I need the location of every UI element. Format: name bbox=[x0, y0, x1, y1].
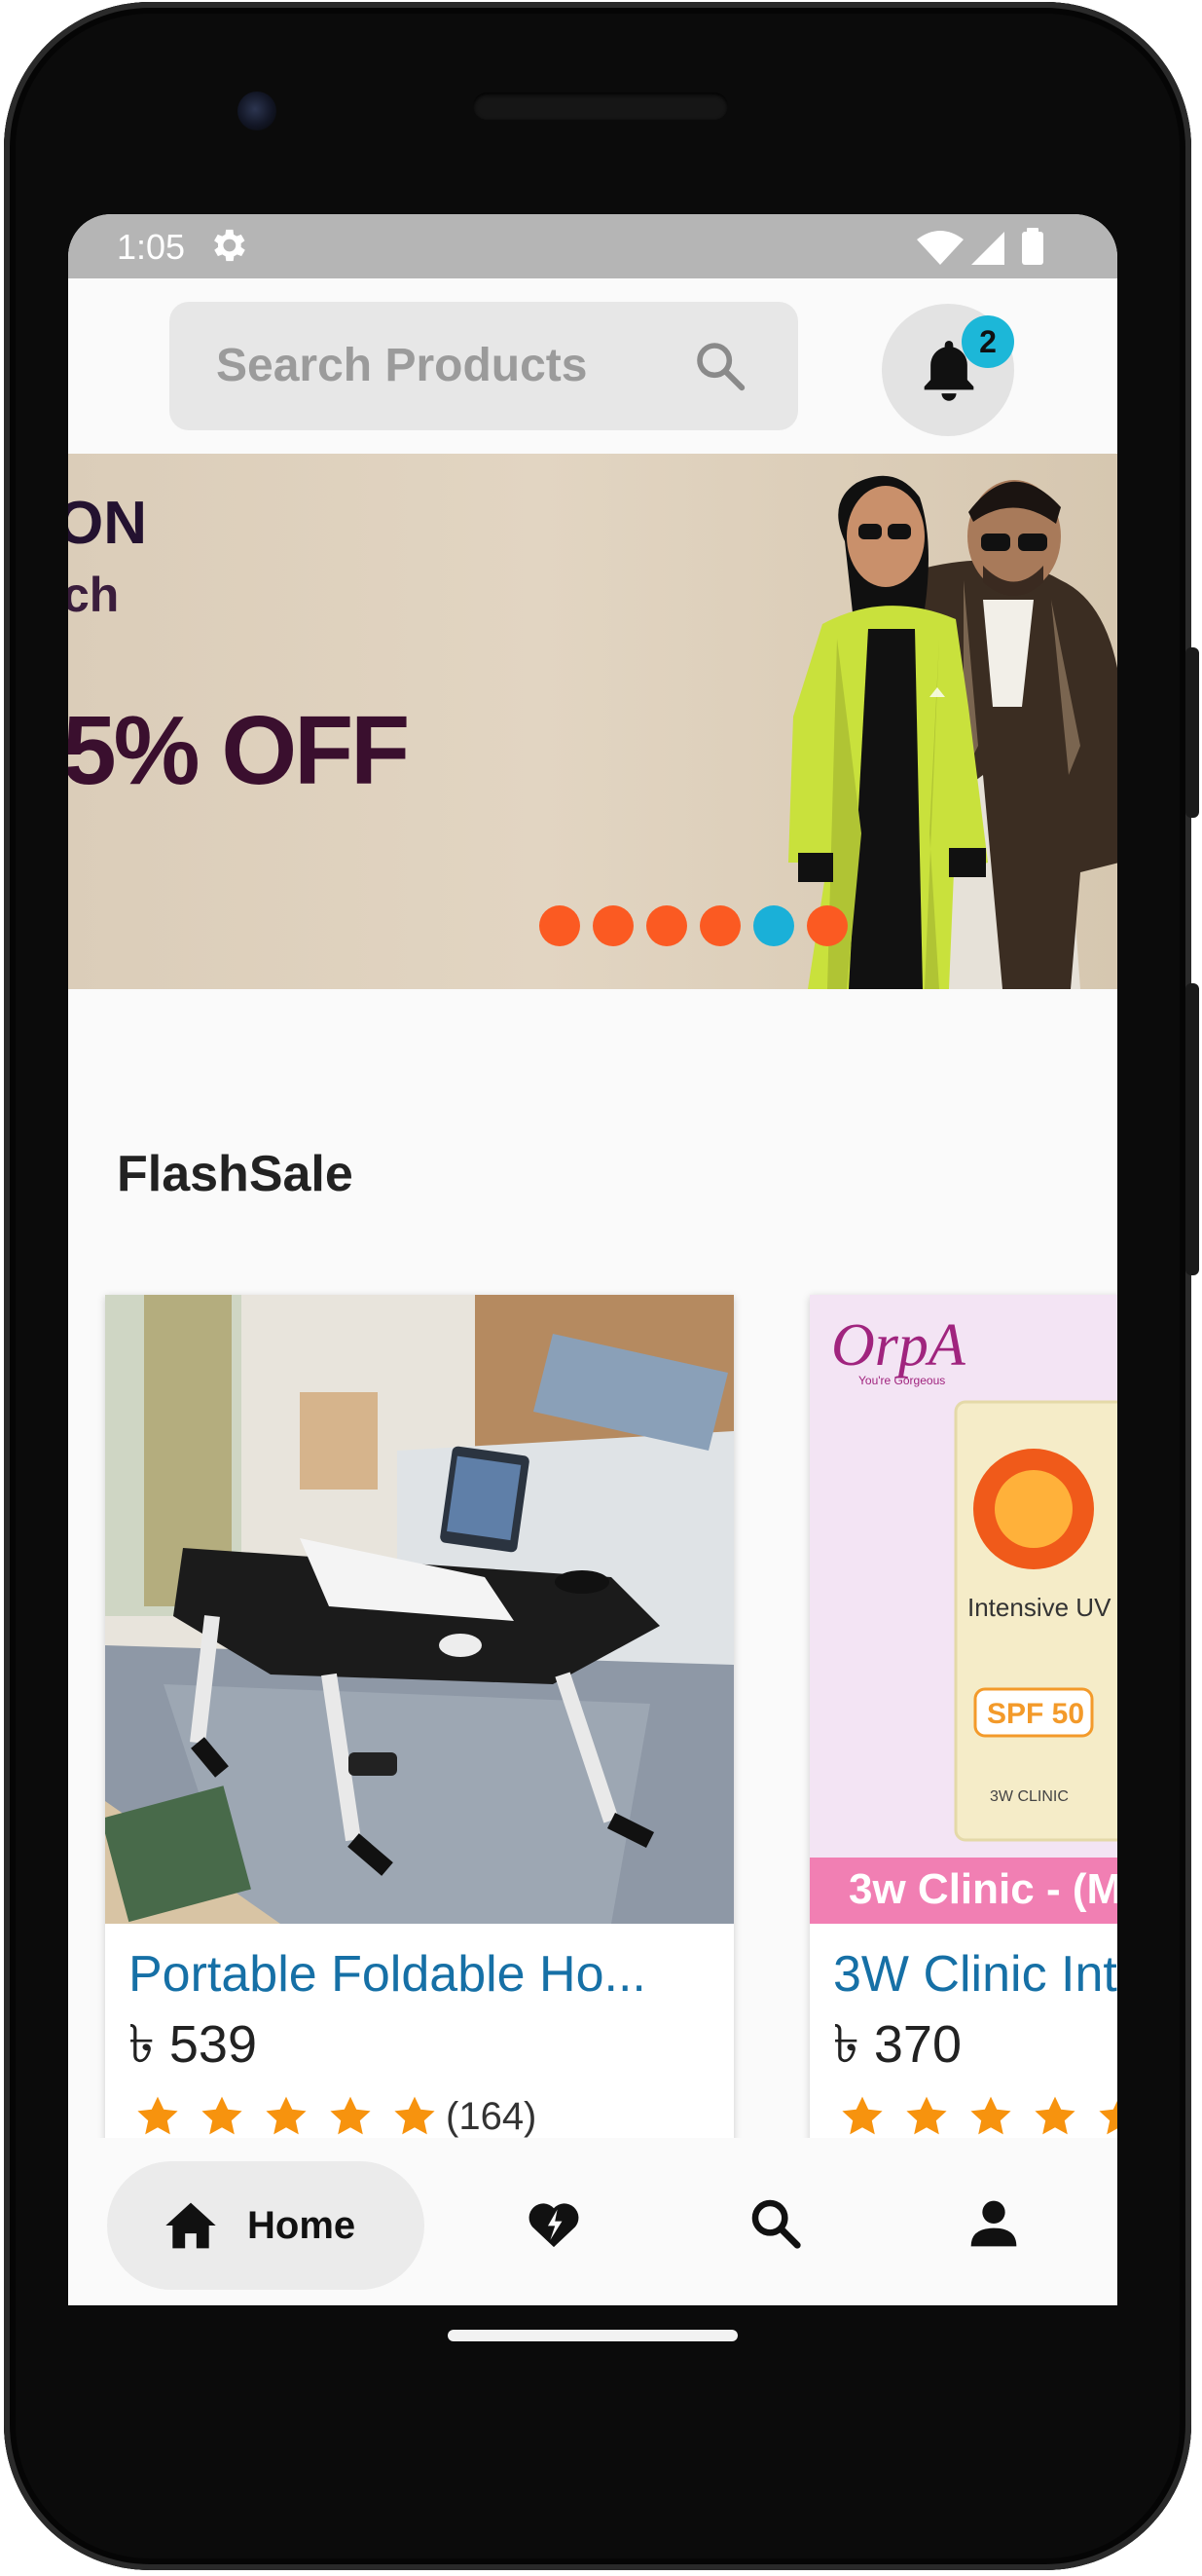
flash-heart-icon[interactable] bbox=[526, 2196, 582, 2251]
search-placeholder: Search Products bbox=[216, 340, 588, 391]
banner-dot[interactable] bbox=[539, 905, 580, 946]
status-bar: 1:05 bbox=[68, 214, 1117, 278]
volume-button bbox=[1185, 983, 1199, 1275]
home-icon bbox=[165, 2202, 216, 2249]
nav-home-label: Home bbox=[247, 2204, 356, 2247]
star-icon bbox=[201, 2096, 242, 2135]
image-brand: OrpA bbox=[831, 1312, 966, 1379]
review-count: (164) bbox=[446, 2094, 537, 2138]
notifications-button[interactable]: 2 bbox=[882, 304, 1014, 436]
star-icon bbox=[266, 2096, 307, 2135]
banner-dot[interactable] bbox=[593, 905, 634, 946]
top-bar: Search Products 2 bbox=[68, 278, 1117, 454]
star-icon bbox=[1035, 2096, 1075, 2135]
power-button bbox=[1185, 647, 1199, 818]
banner-subline: ch bbox=[68, 568, 120, 622]
app-screen: 1:05 Search Products 2 ON ch 5% OFF Flas… bbox=[68, 214, 1117, 2305]
search-icon bbox=[697, 343, 746, 391]
star-icon bbox=[137, 2096, 178, 2135]
product-price: ৳ 539 bbox=[128, 2015, 257, 2074]
banner-discount: 5% OFF bbox=[68, 696, 410, 805]
status-time: 1:05 bbox=[117, 227, 186, 267]
product-price: ৳ 370 bbox=[833, 2015, 962, 2074]
flashsale-title: FlashSale bbox=[117, 1146, 353, 1202]
product-card[interactable]: Portable Foldable Ho... ৳ 539 (164) bbox=[105, 1295, 734, 2152]
bottom-navigation: Home bbox=[68, 2138, 1117, 2305]
star-icon bbox=[394, 2096, 435, 2135]
image-tagline: You're Gorgeous bbox=[858, 1374, 945, 1387]
product-card[interactable]: OrpA You're Gorgeous Intensive UV Sunblo… bbox=[810, 1295, 1117, 2152]
search-icon[interactable] bbox=[747, 2196, 804, 2251]
banner-dot[interactable] bbox=[646, 905, 687, 946]
front-camera bbox=[237, 92, 276, 130]
star-icon bbox=[906, 2096, 947, 2135]
product-image: OrpA You're Gorgeous Intensive UV Sunblo… bbox=[810, 1295, 1117, 1924]
banner-pagination[interactable] bbox=[539, 905, 860, 948]
banner-dot[interactable] bbox=[700, 905, 741, 946]
search-input[interactable]: Search Products bbox=[169, 302, 798, 430]
image-strip-text: 3w Clinic - (M bbox=[849, 1865, 1117, 1913]
battery-icon bbox=[1022, 232, 1043, 265]
banner-headline: ON bbox=[68, 490, 147, 557]
star-icon bbox=[842, 2096, 883, 2135]
profile-icon[interactable] bbox=[965, 2196, 1022, 2251]
image-maker: 3W CLINIC bbox=[990, 1788, 1069, 1805]
product-title[interactable]: Portable Foldable Ho... bbox=[128, 1945, 646, 2004]
image-product-name: Intensive UV Sunblock Cream bbox=[967, 1593, 1117, 1622]
promo-banner[interactable]: ON ch 5% OFF bbox=[68, 454, 1117, 989]
star-icon bbox=[330, 2096, 371, 2135]
star-icon bbox=[970, 2096, 1011, 2135]
banner-dot-active[interactable] bbox=[753, 905, 794, 946]
image-spf: SPF 50 bbox=[987, 1698, 1084, 1730]
product-title[interactable]: 3W Clinic Int bbox=[833, 1945, 1117, 2004]
signal-icon bbox=[971, 232, 1004, 265]
product-image bbox=[105, 1295, 734, 1924]
settings-icon bbox=[214, 229, 245, 262]
status-icons bbox=[917, 228, 1043, 265]
earpiece-speaker bbox=[473, 92, 728, 120]
home-gesture-bar[interactable] bbox=[448, 2330, 738, 2341]
notification-badge: 2 bbox=[962, 315, 1014, 368]
banner-dot[interactable] bbox=[807, 905, 848, 946]
star-icon bbox=[1099, 2100, 1117, 2135]
wifi-icon bbox=[917, 231, 964, 265]
nav-home[interactable]: Home bbox=[107, 2161, 424, 2290]
